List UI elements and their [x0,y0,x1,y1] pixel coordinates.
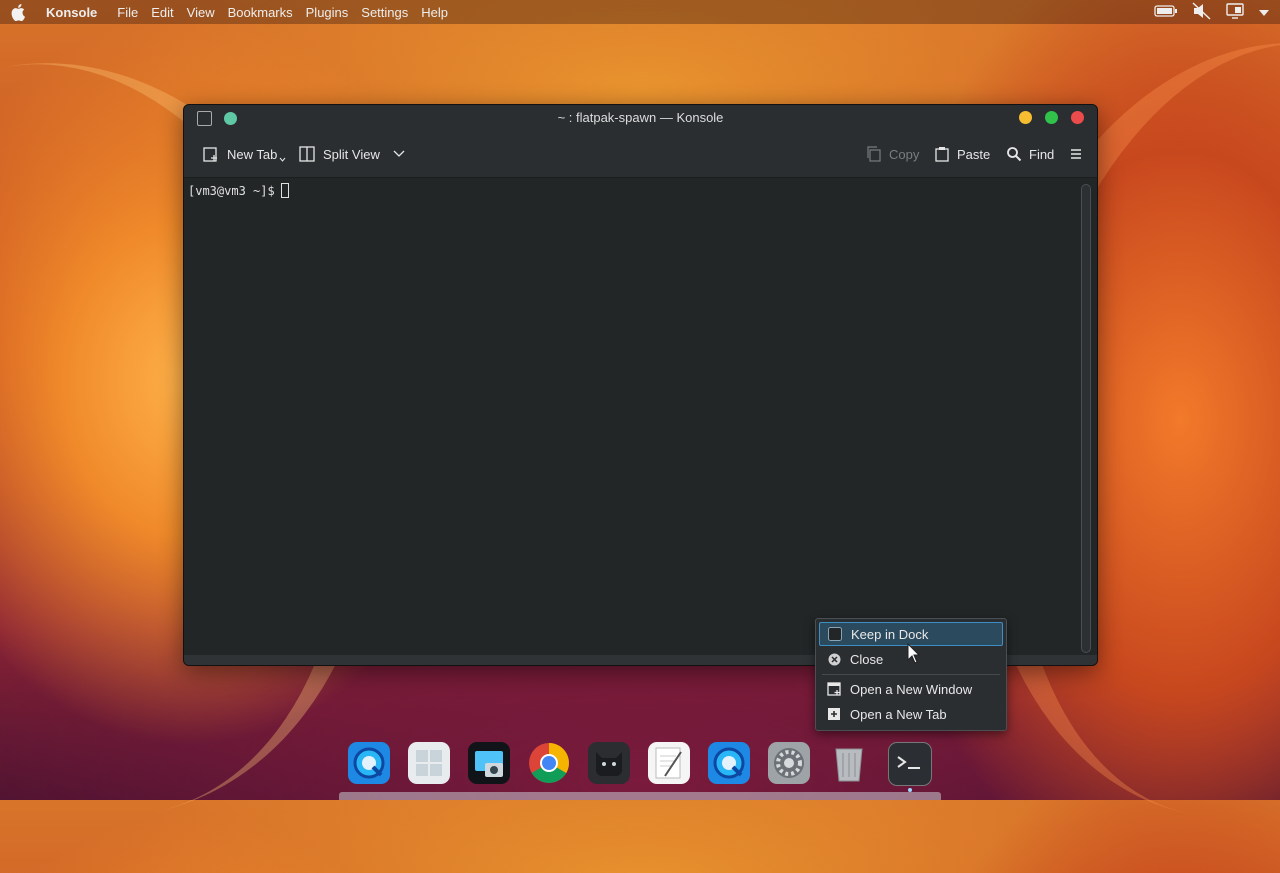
menu-plugins[interactable]: Plugins [306,5,349,20]
split-view-icon [299,146,315,162]
dock [348,742,932,792]
running-indicator [908,788,912,792]
display-icon[interactable] [1226,2,1244,22]
battery-icon[interactable] [1154,4,1178,20]
title-bar[interactable]: ~ : flatpak-spawn — Konsole [184,105,1097,131]
mouse-pointer-icon [907,642,921,670]
maximize-button[interactable] [1045,111,1058,124]
menu-file[interactable]: File [117,5,138,20]
apple-logo-icon[interactable] [10,3,28,21]
scrollbar[interactable] [1081,184,1091,653]
chevron-down-icon [393,150,405,157]
hamburger-menu-button[interactable] [1070,148,1082,160]
terminal-cursor [280,183,289,198]
close-label: Close [850,651,884,667]
konsole-window: ~ : flatpak-spawn — Konsole New Tab Spli… [183,104,1098,666]
keep-in-dock-label: Keep in Dock [851,626,929,642]
toolbar: New Tab Split View Copy Paste Find [184,131,1097,178]
new-tab-icon [827,707,841,721]
quicktime-dock-icon-2[interactable] [708,742,750,784]
new-tab-icon [203,147,217,162]
menu-help[interactable]: Help [421,5,448,20]
find-button[interactable]: Find [1006,146,1054,162]
menu-settings[interactable]: Settings [361,5,408,20]
split-view-button[interactable]: Split View [298,145,405,163]
terminal-prompt: [vm3@vm3 ~]$ [188,183,289,198]
open-new-tab-item[interactable]: Open a New Tab [819,702,1003,726]
close-circle-icon [827,652,841,666]
minimize-button[interactable] [1019,111,1032,124]
menu-app-name[interactable]: Konsole [46,5,97,20]
hamburger-menu-icon [1071,149,1081,159]
menu-view[interactable]: View [187,5,215,20]
system-tray [1154,0,1270,24]
quicktime-dock-icon[interactable] [348,742,390,784]
paste-icon [935,147,949,162]
open-new-window-label: Open a New Window [850,681,973,697]
cat-app-dock-icon[interactable] [588,742,630,784]
menu-bar: Konsole File Edit View Bookmarks Plugins… [0,0,1280,24]
volume-muted-icon[interactable] [1192,1,1212,23]
window-title: ~ : flatpak-spawn — Konsole [557,110,724,125]
copy-button[interactable]: Copy [866,146,919,162]
textedit-dock-icon[interactable] [648,742,690,784]
menu-edit[interactable]: Edit [151,5,173,20]
copy-icon [867,146,881,162]
trash-dock-icon[interactable] [828,742,870,784]
new-tab-button[interactable]: New Tab [202,145,286,163]
open-new-window-item[interactable]: Open a New Window [819,677,1003,701]
chevron-down-icon[interactable] [1258,5,1270,20]
open-new-tab-label: Open a New Tab [850,706,947,722]
system-settings-dock-icon[interactable] [768,742,810,784]
chrome-dock-icon[interactable] [528,742,570,784]
paste-button[interactable]: Paste [934,146,990,162]
dock-background [339,792,941,800]
screenshot-dock-icon[interactable] [468,742,510,784]
paste-label: Paste [957,146,991,162]
split-view-label: Split View [323,146,380,162]
checkbox-icon[interactable] [828,627,842,641]
menu-separator [822,674,1000,675]
new-window-icon [827,682,841,696]
prompt-text: [vm3@vm3 ~]$ [188,183,275,198]
search-icon [1007,147,1022,162]
copy-label: Copy [889,146,920,162]
dock-context-menu: Keep in Dock Close Open a New Window Ope… [815,618,1007,731]
find-label: Find [1029,146,1055,162]
chevron-down-icon [279,157,286,162]
terminal-dock-icon[interactable] [888,742,932,792]
terminal-area[interactable]: [vm3@vm3 ~]$ [184,178,1074,655]
new-tab-label: New Tab [227,146,278,162]
menu-bookmarks[interactable]: Bookmarks [228,5,293,20]
close-button[interactable] [1071,111,1084,124]
launchpad-dock-icon[interactable] [408,742,450,784]
